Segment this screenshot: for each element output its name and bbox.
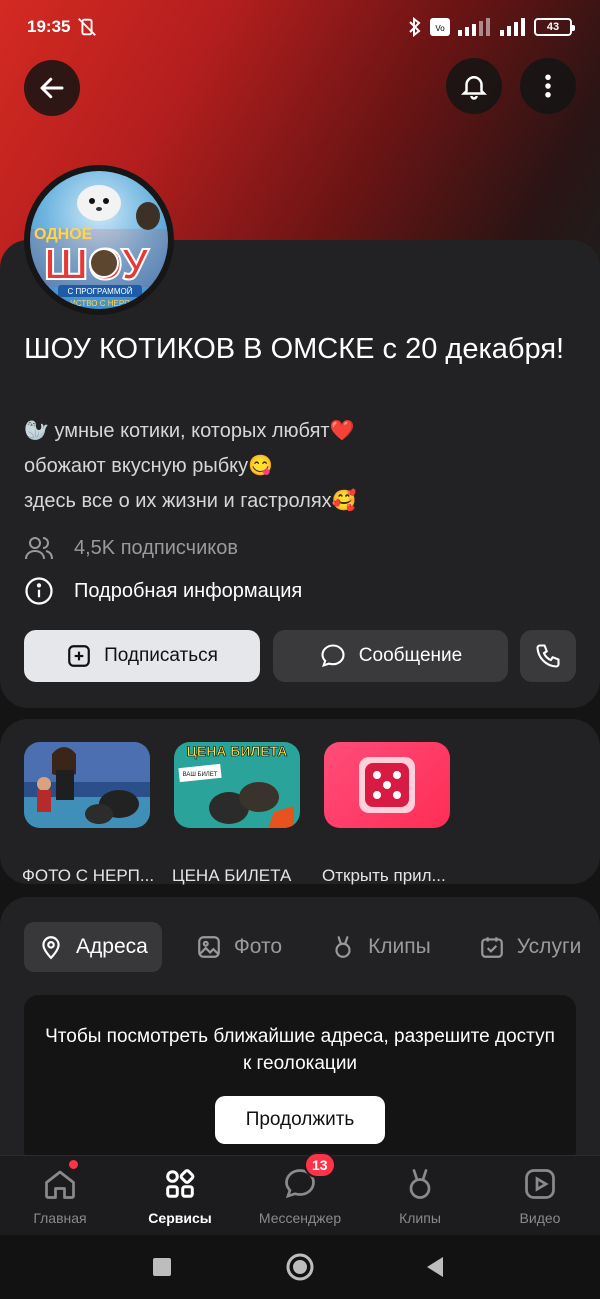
- bell-icon: [460, 76, 488, 100]
- subscribers-row[interactable]: 4,5K подписчиков: [24, 533, 238, 563]
- avatar-text-sub2: ИСТВО С НЕРП: [70, 299, 130, 308]
- back-triangle-icon[interactable]: [425, 1256, 445, 1278]
- battery-level: 43: [546, 21, 560, 33]
- app-thumbnail: [24, 742, 150, 828]
- ticket-thumb-title: ЦЕНА БИЛЕТА: [187, 743, 288, 759]
- tab-label: Адреса: [76, 935, 148, 958]
- users-icon: [25, 537, 53, 560]
- avatar-text-sub1: С ПРОГРАММОЙ: [68, 287, 133, 296]
- nav-messenger[interactable]: 13 Мессенджер: [240, 1152, 360, 1226]
- nav-video[interactable]: Видео: [480, 1164, 600, 1226]
- app-thumbnail: ЦЕНА БИЛЕТА ВАШ БИЛЕТ: [174, 742, 300, 828]
- home-icon: [45, 1170, 75, 1199]
- more-button[interactable]: [520, 58, 576, 114]
- back-button[interactable]: [24, 60, 80, 116]
- volte-icon: Vo: [430, 18, 450, 36]
- continue-button[interactable]: Продолжить: [215, 1096, 385, 1144]
- notifications-button[interactable]: [446, 58, 502, 114]
- apps-card: ФОТО С НЕРП... ЦЕНА БИЛЕТА ВАШ БИЛЕТ ЦЕН…: [0, 719, 600, 885]
- nav-clips[interactable]: Клипы: [360, 1164, 480, 1226]
- clips-icon: [409, 1169, 431, 1199]
- video-icon: [525, 1169, 555, 1199]
- profile-description: 🦭 умные котики, которых любят❤️ обожают …: [24, 414, 357, 519]
- tab-label: Клипы: [368, 935, 431, 958]
- home-circle-icon[interactable]: [285, 1252, 315, 1282]
- nav-label: Сервисы: [148, 1210, 212, 1226]
- battery-icon: 43: [534, 18, 575, 36]
- signal-icon: [458, 18, 490, 36]
- notification-dot: [69, 1160, 78, 1169]
- clips-icon: [335, 936, 351, 958]
- message-label: Сообщение: [358, 645, 463, 666]
- description-line: обожают вкусную рыбку😋: [24, 455, 274, 477]
- tab-label: Услуги: [516, 935, 582, 958]
- tab-addresses[interactable]: Адреса: [24, 922, 162, 972]
- app-tile[interactable]: ЦЕНА БИЛЕТА ВАШ БИЛЕТ ЦЕНА БИЛЕТА: [172, 742, 304, 885]
- description-line: 🦭 умные котики, которых любят❤️: [24, 420, 355, 442]
- nav-home[interactable]: Главная: [0, 1160, 120, 1226]
- status-bar: 19:35 Vo 43: [0, 0, 600, 56]
- call-button[interactable]: [520, 630, 576, 682]
- services-icon: [166, 1169, 195, 1198]
- geolocation-prompt: Чтобы посмотреть ближайшие адреса, разре…: [24, 995, 576, 1165]
- calendar-check-icon: [480, 937, 503, 958]
- nav-label: Видео: [519, 1210, 561, 1226]
- app-tile[interactable]: ФОТО С НЕРП...: [22, 742, 154, 885]
- tab-clips[interactable]: Клипы: [316, 922, 445, 972]
- subscribers-count: 4,5K подписчиков: [74, 536, 238, 559]
- system-navigation: [0, 1235, 600, 1299]
- more-info-link[interactable]: Подробная информация: [24, 575, 302, 607]
- tab-services[interactable]: Услуги: [465, 922, 596, 972]
- geolocation-text: Чтобы посмотреть ближайшие адреса, разре…: [45, 1026, 555, 1074]
- nav-label: Мессенджер: [258, 1210, 342, 1226]
- image-icon: [197, 936, 220, 958]
- phone-icon: [536, 644, 560, 668]
- page-title: ШОУ КОТИКОВ В ОМСКЕ с 20 декабря!: [24, 333, 565, 365]
- avatar[interactable]: ОДНОЕ ШОУ С ПРОГРАММОЙ ИСТВО С НЕРП: [24, 165, 174, 315]
- bluetooth-icon: [409, 17, 421, 37]
- subscribe-label: Подписаться: [104, 645, 218, 666]
- dice-icon: [359, 757, 415, 813]
- app-thumbnail: [324, 742, 450, 828]
- tab-bar: Адреса Фото Клипы Услуги: [24, 922, 600, 972]
- recent-apps-icon[interactable]: [152, 1257, 172, 1277]
- tab-label: Фото: [233, 935, 283, 958]
- nav-services[interactable]: Сервисы: [120, 1164, 240, 1226]
- ticket-thumb-tag: ВАШ БИЛЕТ: [183, 772, 218, 778]
- message-button[interactable]: Сообщение: [273, 630, 508, 682]
- arrow-left-icon: [40, 77, 64, 99]
- app-label: Открыть прил...: [322, 866, 446, 885]
- svg-text:Vo: Vo: [435, 24, 445, 33]
- nav-label: Клипы: [399, 1210, 441, 1226]
- status-time: 19:35: [27, 17, 71, 36]
- nav-label: Главная: [33, 1210, 87, 1226]
- info-icon: [25, 577, 53, 605]
- add-square-icon: [68, 645, 90, 667]
- app-label: ЦЕНА БИЛЕТА: [172, 866, 292, 885]
- tab-photos[interactable]: Фото: [182, 922, 296, 972]
- bottom-navigation: Главная Сервисы 13 Мессенджер Клипы Виде…: [0, 1152, 600, 1235]
- unread-badge: 13: [304, 1152, 336, 1178]
- app-tile[interactable]: Открыть прил...: [322, 742, 454, 885]
- location-pin-icon: [42, 936, 60, 960]
- more-vertical-icon: [545, 74, 551, 98]
- vibrate-off-icon: [78, 18, 96, 36]
- subscribe-button[interactable]: Подписаться: [24, 630, 260, 682]
- signal-icon-2: [500, 18, 525, 36]
- description-line: здесь все о их жизни и гастролях🥰: [24, 490, 357, 512]
- chat-bubble-icon: [321, 644, 345, 667]
- app-label: ФОТО С НЕРП...: [22, 866, 155, 885]
- more-info-label: Подробная информация: [74, 579, 303, 602]
